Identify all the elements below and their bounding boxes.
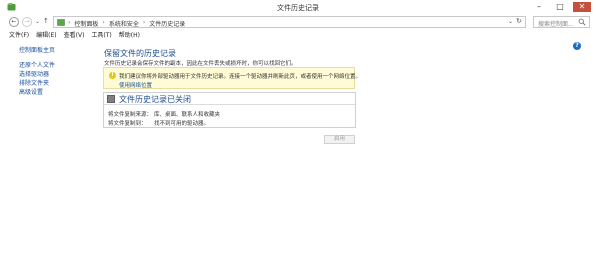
status-panel: 文件历史记录已关闭 将文件复制来源： 库、桌面、联系人和收藏夹 将文件复制到： …	[103, 92, 356, 128]
sidebar-item-exclude-folders[interactable]: 排除文件夹	[19, 78, 49, 87]
menu-tools[interactable]: 工具(T)	[91, 31, 111, 41]
search-placeholder: 搜索控制面...	[538, 21, 574, 28]
refresh-icon[interactable]: ↻	[516, 17, 522, 25]
use-network-location-link[interactable]: 使用网络位置	[119, 81, 152, 89]
search-input[interactable]: 搜索控制面...	[533, 16, 590, 28]
menu-file[interactable]: 文件(F)	[9, 31, 29, 41]
breadcrumb-separator: ›	[102, 19, 105, 26]
enable-button[interactable]: 启用	[324, 135, 355, 144]
page-title: 保留文件的历史记录	[104, 49, 176, 58]
drive-off-icon	[107, 95, 115, 103]
sidebar-item-advanced-settings[interactable]: 高级设置	[19, 87, 43, 96]
copy-to-label: 将文件复制到：	[108, 121, 147, 127]
back-button[interactable]: ←	[9, 17, 19, 27]
menu-view[interactable]: 查看(V)	[64, 31, 85, 41]
menu-bar: 文件(F) 编辑(E) 查看(V) 工具(T) 帮助(H)	[0, 31, 596, 41]
breadcrumb-system-security[interactable]: 系统和安全	[109, 19, 139, 28]
sidebar-item-control-panel-home[interactable]: 控制面板主页	[19, 45, 55, 54]
minimize-button[interactable]: –	[532, 2, 546, 12]
breadcrumb-separator: ›	[142, 19, 146, 26]
help-icon[interactable]: ?	[573, 42, 581, 50]
up-button[interactable]: ↑	[43, 17, 49, 25]
close-button[interactable]: ✕	[573, 2, 591, 12]
breadcrumb-separator: ›	[68, 19, 71, 26]
info-text: 我们建议你将外部驱动器用于文件历史记录。连接一个驱动器并刷新此页，或者使用一个网…	[119, 74, 362, 80]
file-history-window: 文件历史记录 – □ ✕ ← → ⌄ ↑ › 控制面板 › 系统和安全 › 文件…	[0, 0, 596, 255]
control-panel-icon	[57, 19, 65, 26]
copy-from-value: 库、桌面、联系人和收藏夹	[154, 112, 221, 118]
menu-edit[interactable]: 编辑(E)	[36, 31, 56, 41]
info-banner: i 我们建议你将外部驱动器用于文件历史记录。连接一个驱动器并刷新此页，或者使用一…	[103, 67, 361, 89]
window-title: 文件历史记录	[277, 4, 319, 12]
sidebar-item-restore-files[interactable]: 还原个人文件	[19, 60, 55, 69]
recent-locations-button[interactable]: ⌄	[35, 18, 40, 25]
status-title: 文件历史记录已关闭	[119, 95, 191, 104]
breadcrumb: › 控制面板 › 系统和安全 › 文件历史记录	[68, 19, 185, 28]
status-header: 文件历史记录已关闭	[104, 93, 355, 105]
menu-help[interactable]: 帮助(H)	[119, 31, 140, 41]
sidebar-item-select-drive[interactable]: 选择驱动器	[19, 69, 49, 78]
chevron-down-icon[interactable]: ⌄	[508, 18, 513, 25]
copy-from-label: 将文件复制来源：	[108, 112, 153, 118]
breadcrumb-file-history[interactable]: 文件历史记录	[149, 19, 185, 28]
forward-button[interactable]: →	[22, 17, 32, 27]
info-icon: i	[109, 72, 116, 79]
title-bar: 文件历史记录 – □ ✕	[0, 0, 596, 14]
path-box[interactable]: › 控制面板 › 系统和安全 › 文件历史记录 ⌄ ↻	[53, 16, 526, 28]
search-icon[interactable]	[578, 18, 586, 26]
copy-to-value: 找不到可用的驱动器。	[154, 121, 210, 127]
address-bar: ← → ⌄ ↑ › 控制面板 › 系统和安全 › 文件历史记录 ⌄ ↻ 搜索控制…	[0, 15, 596, 29]
maximize-button[interactable]: □	[553, 2, 567, 12]
breadcrumb-control-panel[interactable]: 控制面板	[74, 19, 98, 28]
page-description: 文件历史记录会保存文件的副本，因此在文件丢失或损坏时，你可以找回它们。	[104, 61, 297, 67]
